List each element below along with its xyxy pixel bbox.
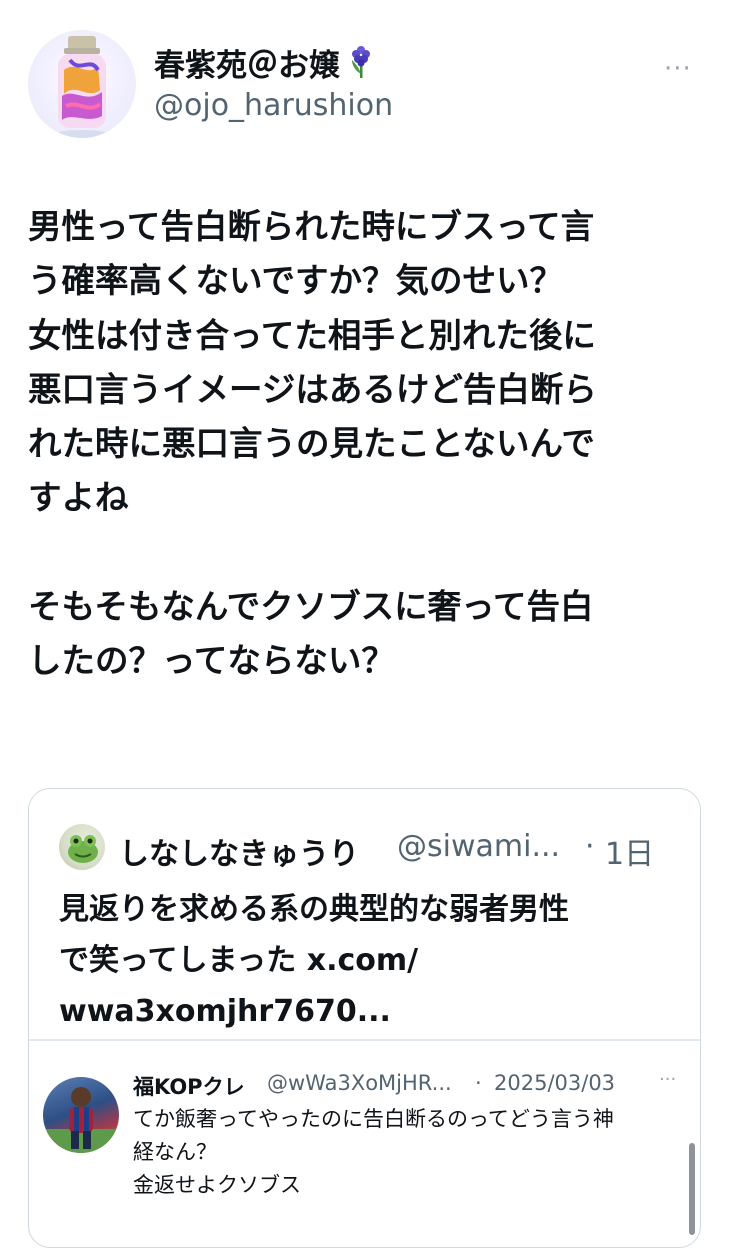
frog-icon: [68, 835, 98, 863]
nested-quoted-post[interactable]: 福KOPクレ @wWa3XoMjHR... · 2025/03/03 ··· て…: [29, 1051, 700, 1247]
nested-text: てか飯奢ってやったのに告白断るのってどう言う神 経なん？ 金返せよクソブス: [133, 1107, 614, 1197]
author-name[interactable]: 春紫苑＠お嬢: [154, 40, 340, 85]
nested-author-avatar[interactable]: [43, 1077, 119, 1153]
perfume-bottle-icon: [56, 36, 108, 138]
quote-author-name[interactable]: しなしなきゅうり: [119, 829, 359, 873]
quote-separator: ·: [585, 829, 595, 864]
quote-divider: [29, 1039, 700, 1041]
author-name-line: 春紫苑＠お嬢: [154, 40, 376, 85]
quote-author-handle[interactable]: @siwami...: [397, 829, 560, 864]
quote-timestamp[interactable]: 1日: [605, 829, 654, 873]
more-options-icon[interactable]: ···: [664, 54, 692, 84]
nested-separator: ·: [475, 1071, 482, 1095]
scrollbar[interactable]: [689, 1143, 695, 1235]
hyacinth-icon: [346, 44, 376, 82]
soccer-player-icon: [43, 1087, 119, 1153]
nested-date[interactable]: 2025/03/03: [494, 1071, 615, 1095]
quote-text: 見返りを求める系の典型的な弱者男性 で笑ってしまった x.com/ wwa3xo…: [59, 892, 569, 1029]
quote-author-avatar[interactable]: [59, 824, 105, 870]
author-avatar[interactable]: [28, 30, 136, 138]
nested-author-handle[interactable]: @wWa3XoMjHR...: [267, 1071, 452, 1095]
post-text: 男性って告白断られた時にブスって言 う確率高くないですか？気のせい？ 女性は付き…: [28, 207, 597, 681]
nested-more-icon[interactable]: ···: [659, 1069, 676, 1090]
author-handle[interactable]: @ojo_harushion: [154, 88, 393, 123]
post-header: 春紫苑＠お嬢 @ojo_harushion ···: [0, 0, 730, 150]
quoted-post-card[interactable]: しなしなきゅうり @siwami... · 1日 見返りを求める系の典型的な弱者…: [28, 788, 701, 1248]
nested-author-name[interactable]: 福KOPクレ: [133, 1071, 245, 1101]
